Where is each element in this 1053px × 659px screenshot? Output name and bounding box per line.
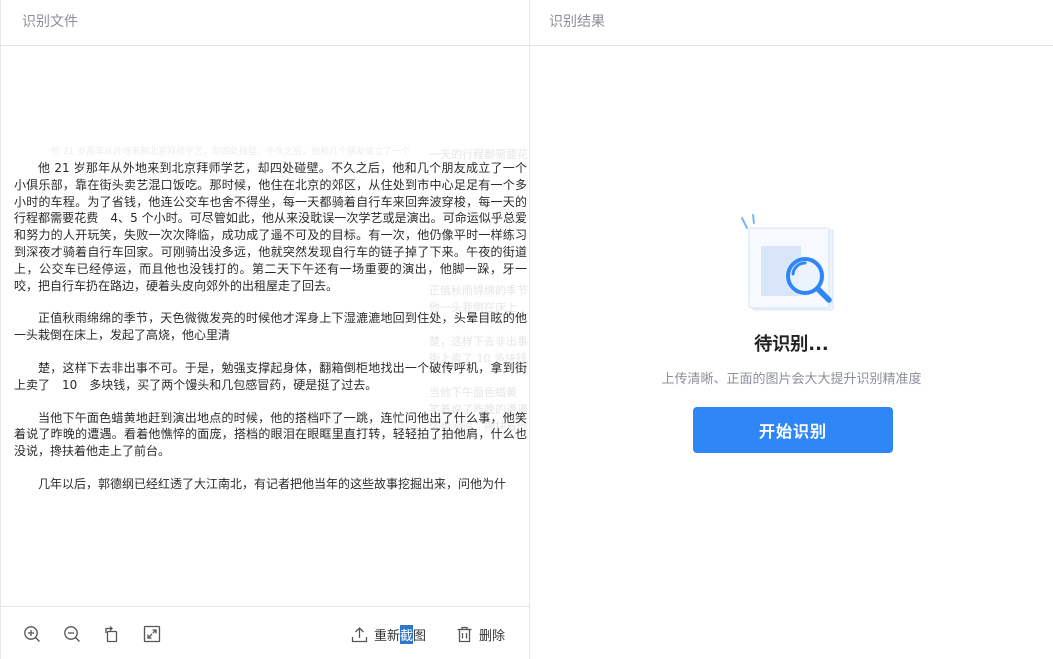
upload-hint: 上传清晰、正面的图片会大大提升识别精准度: [661, 372, 922, 387]
rotate-icon[interactable]: [103, 625, 121, 643]
doc-paragraph: 楚，这样下去非出事不可。于是，勉强支撑起身体，翻箱倒柜地找出一个破传呼机，拿到街…: [14, 360, 527, 392]
file-panel-title: 识别文件: [1, 0, 529, 46]
recapture-label-part: 重新: [374, 628, 401, 644]
status-title: 待识别...: [754, 334, 829, 355]
delete-button[interactable]: 删除: [456, 624, 505, 644]
zoom-out-icon[interactable]: [63, 625, 81, 643]
recapture-label-highlight: 截: [400, 624, 414, 644]
delete-label: 删除: [479, 628, 506, 644]
document-page: 他 21 岁那年从外地来到北京拜师学艺，却四处碰壁。不久之后，他和几个朋友成立了…: [14, 160, 527, 509]
result-panel-title: 识别结果: [530, 0, 1053, 46]
doc-paragraph: 正值秋雨绵绵的季节，天色微微发亮的时候他才浑身上下湿漉漉地回到住处，头晕目眩的他…: [14, 311, 527, 343]
doc-paragraph: 当他下午面色蜡黄地赶到演出地点的时候，他的搭档吓了一跳，连忙问他出了什么事，他笑…: [14, 410, 527, 459]
ocr-app: 识别文件 他 21 岁那年从外地来到北京拜师学艺，却四处碰壁。不久之后，他和几个…: [0, 0, 1053, 659]
zoom-in-icon[interactable]: [23, 625, 41, 643]
trash-icon: [457, 626, 472, 642]
file-panel: 识别文件 他 21 岁那年从外地来到北京拜师学艺，却四处碰壁。不久之后，他和几个…: [0, 0, 530, 659]
recapture-button[interactable]: 重新截图: [351, 624, 426, 644]
preview-toolbar: 重新截图 删除: [1, 606, 529, 659]
search-document-icon: [739, 214, 839, 316]
recapture-label-part: 图: [413, 628, 427, 644]
doc-paragraph: 他 21 岁那年从外地来到北京拜师学艺，却四处碰壁。不久之后，他和几个朋友成立了…: [14, 161, 527, 293]
upload-icon: [351, 626, 368, 642]
doc-paragraph: 几年以后，郭德纲已经红透了大江南北，有记者把他当年的这些故事挖掘出来，问他为什: [38, 476, 507, 491]
fit-screen-icon[interactable]: [143, 625, 161, 643]
result-panel: 识别结果 待识别... 上传清晰、正面的图片会大大提升识别精准度 开始识别: [530, 0, 1053, 659]
document-preview[interactable]: 他 21 岁那年从外地来到北京拜师学艺，却四处碰壁。不久之后，他和几个朋友成立了…: [1, 46, 529, 606]
start-recognition-button[interactable]: 开始识别: [693, 407, 893, 453]
